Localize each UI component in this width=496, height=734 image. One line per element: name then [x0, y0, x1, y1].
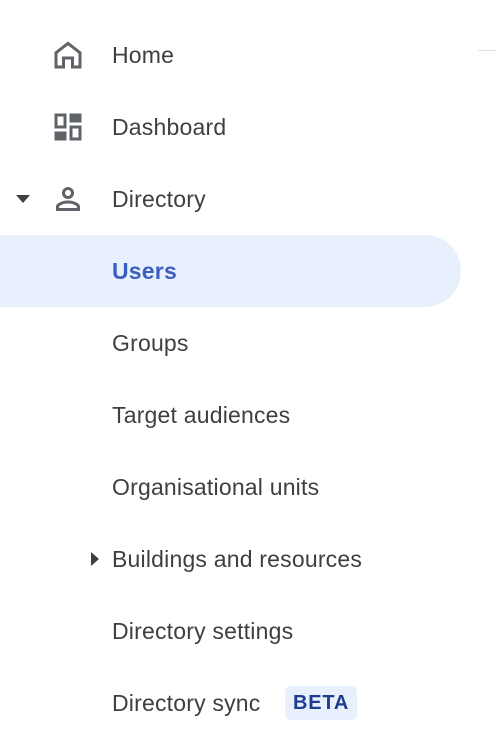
beta-badge: BETA — [285, 686, 358, 720]
caret-right-icon[interactable] — [86, 550, 104, 568]
caret-down-icon[interactable] — [14, 190, 32, 208]
nav-item-directory[interactable]: Directory — [0, 163, 461, 235]
nav-item-buildings-and-resources[interactable]: Buildings and resources — [0, 523, 461, 595]
nav-item-label: Buildings and resources — [112, 545, 363, 572]
person-icon — [50, 181, 86, 217]
nav-item-label: Directory — [112, 185, 206, 212]
nav-item-dashboard[interactable]: Dashboard — [0, 91, 461, 163]
nav-item-label: Target audiences — [112, 401, 291, 428]
nav-item-directory-settings[interactable]: Directory settings — [0, 595, 461, 667]
sidebar-nav: Home Dashboard Directory Users Groups Ta… — [0, 0, 496, 734]
nav-item-directory-sync[interactable]: Directory sync BETA — [0, 667, 461, 734]
nav-item-label: Groups — [112, 329, 189, 356]
nav-item-label: Dashboard — [112, 113, 227, 140]
nav-item-label: Users — [112, 257, 177, 284]
nav-item-target-audiences[interactable]: Target audiences — [0, 379, 461, 451]
divider — [478, 50, 496, 51]
dashboard-icon — [50, 109, 86, 145]
home-icon — [50, 37, 86, 73]
nav-item-home[interactable]: Home — [0, 19, 461, 91]
nav-item-label: Home — [112, 41, 175, 68]
nav-item-label: Directory sync — [112, 689, 261, 716]
nav-item-label: Directory settings — [112, 617, 294, 644]
nav-item-organisational-units[interactable]: Organisational units — [0, 451, 461, 523]
nav-item-label: Organisational units — [112, 473, 320, 500]
nav-item-groups[interactable]: Groups — [0, 307, 461, 379]
nav-item-users[interactable]: Users — [0, 235, 461, 307]
